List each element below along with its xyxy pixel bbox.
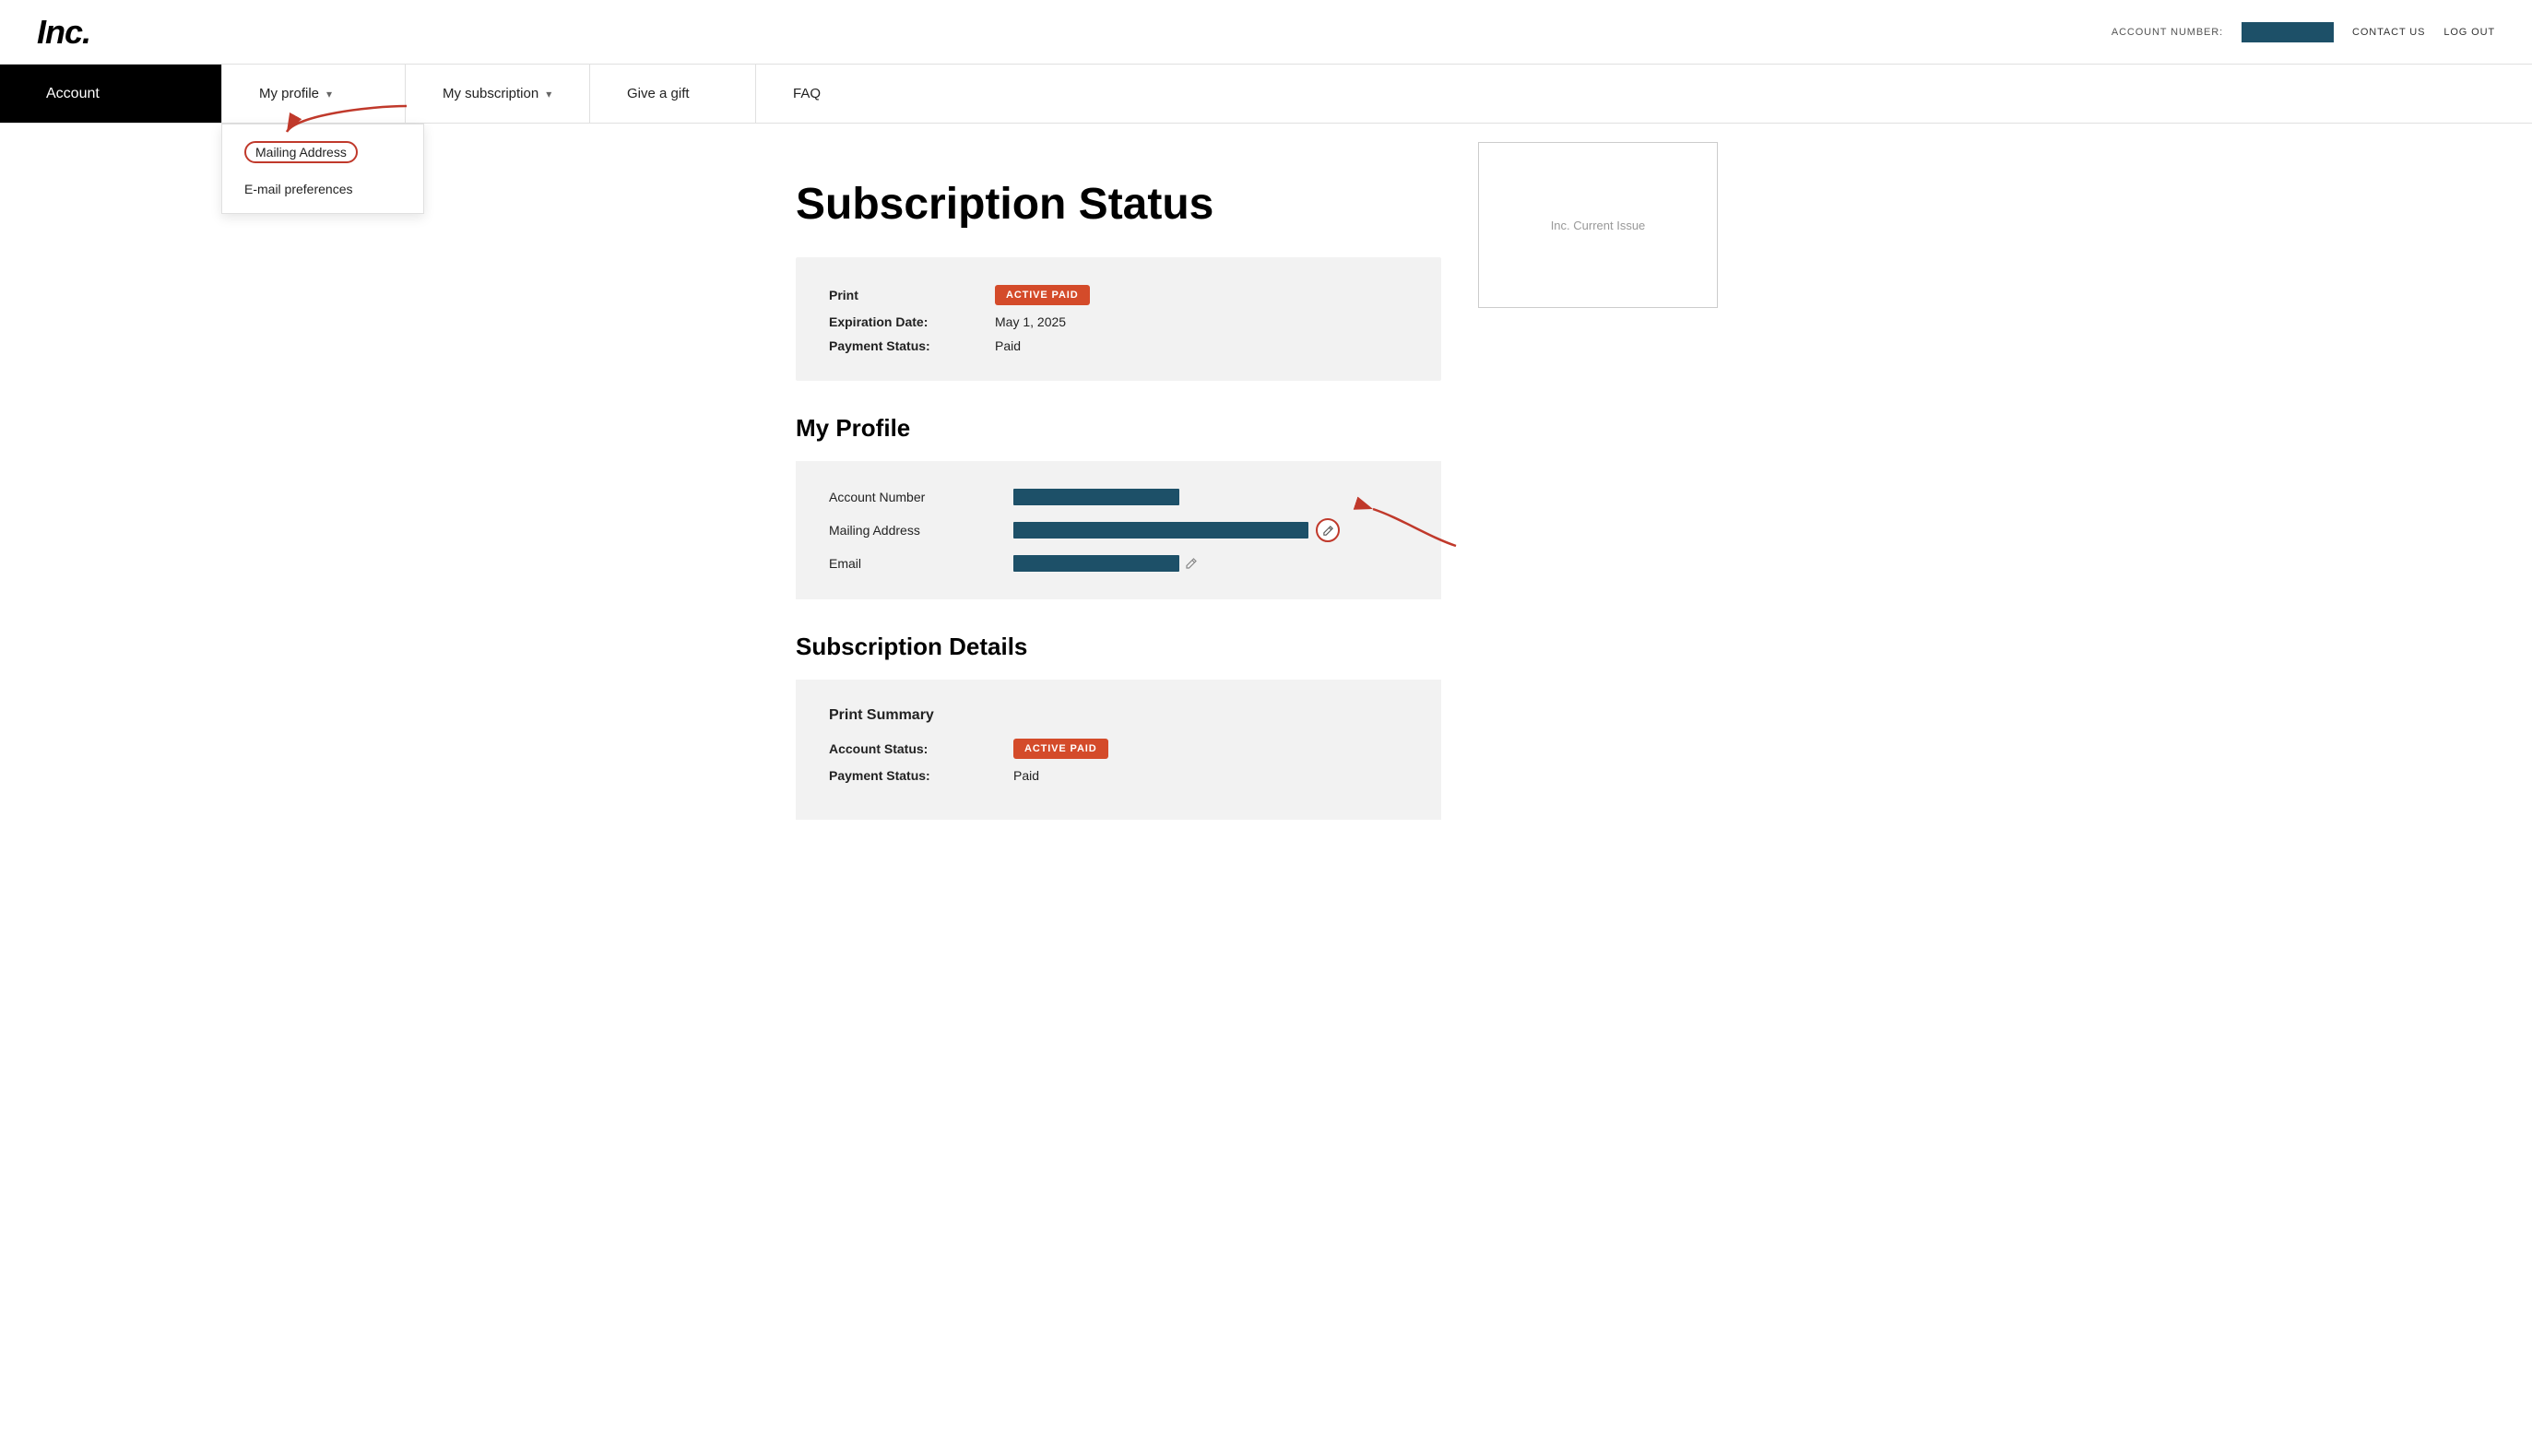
mailing-address-bar xyxy=(1013,522,1308,539)
image-label: Inc. Current Issue xyxy=(1551,219,1646,232)
current-issue-image: Inc. Current Issue xyxy=(1478,142,1718,308)
nav-account[interactable]: Account xyxy=(0,65,221,123)
expiration-label: Expiration Date: xyxy=(829,314,995,329)
profile-card: Account Number Mailing Address xyxy=(796,461,1441,599)
active-paid-badge: ACTIVE PAID xyxy=(995,285,1090,305)
expiration-value: May 1, 2025 xyxy=(995,314,1066,329)
account-number-label: ACCOUNT NUMBER: xyxy=(2112,27,2223,38)
account-number-row: Account Number xyxy=(829,489,1408,505)
contact-us-link[interactable]: CONTACT US xyxy=(2352,27,2425,38)
top-bar-right: ACCOUNT NUMBER: CONTACT US LOG OUT xyxy=(2112,22,2495,42)
edit-mailing-address-button[interactable] xyxy=(1316,518,1340,542)
details-payment-value: Paid xyxy=(1013,768,1039,783)
mailing-address-label: Mailing Address xyxy=(244,141,358,163)
account-number-value xyxy=(2242,22,2334,42)
mailing-address-field-label: Mailing Address xyxy=(829,523,1013,538)
print-row: Print ACTIVE PAID xyxy=(829,285,1408,305)
email-row: Email xyxy=(829,555,1408,572)
logo: Inc. xyxy=(37,13,90,52)
expiration-row: Expiration Date: May 1, 2025 xyxy=(829,314,1408,329)
nav-my-subscription[interactable]: My subscription ▾ xyxy=(406,65,590,123)
print-label: Print xyxy=(829,288,995,302)
payment-value: Paid xyxy=(995,338,1021,353)
pencil-small-icon xyxy=(1185,557,1198,570)
nav-give-gift[interactable]: Give a gift xyxy=(590,65,756,123)
details-payment-row: Payment Status: Paid xyxy=(829,768,1408,783)
mailing-address-row: Mailing Address xyxy=(829,518,1408,542)
dropdown-mailing-address[interactable]: Mailing Address xyxy=(222,132,423,172)
account-status-row: Account Status: ACTIVE PAID xyxy=(829,739,1408,759)
my-profile-dropdown: Mailing Address E-mail preferences xyxy=(221,124,424,214)
page-title: Subscription Status xyxy=(796,179,1441,230)
payment-label: Payment Status: xyxy=(829,338,995,353)
content-area: Subscription Status Print ACTIVE PAID Ex… xyxy=(796,142,1736,820)
chevron-down-icon-2: ▾ xyxy=(546,88,551,101)
email-preferences-label: E-mail preferences xyxy=(244,182,353,196)
print-summary-heading: Print Summary xyxy=(829,707,1408,724)
account-status-badge: ACTIVE PAID xyxy=(1013,739,1108,759)
subscription-details-heading: Subscription Details xyxy=(796,633,1441,661)
account-number-bar xyxy=(1013,489,1179,505)
sidebar: Inc. Current Issue xyxy=(1478,142,1736,308)
subscription-status-card: Print ACTIVE PAID Expiration Date: May 1… xyxy=(796,257,1441,381)
payment-row: Payment Status: Paid xyxy=(829,338,1408,353)
main-column: Subscription Status Print ACTIVE PAID Ex… xyxy=(796,142,1441,820)
account-number-field-label: Account Number xyxy=(829,490,1013,504)
pencil-icon xyxy=(1322,525,1334,537)
dropdown-email-preferences[interactable]: E-mail preferences xyxy=(222,172,423,206)
my-profile-heading: My Profile xyxy=(796,414,1441,443)
edit-email-button[interactable] xyxy=(1185,557,1198,570)
email-bar xyxy=(1013,555,1179,572)
nav-faq[interactable]: FAQ xyxy=(756,65,922,123)
nav-my-subscription-label: My subscription xyxy=(443,86,538,101)
nav-bar: Account My profile ▾ Mailing Address E-m… xyxy=(0,65,2532,124)
account-status-label: Account Status: xyxy=(829,741,1013,756)
top-bar: Inc. ACCOUNT NUMBER: CONTACT US LOG OUT xyxy=(0,0,2532,65)
details-payment-label: Payment Status: xyxy=(829,768,1013,783)
email-field-label: Email xyxy=(829,556,1013,571)
log-out-link[interactable]: LOG OUT xyxy=(2443,27,2495,38)
subscription-details-card: Print Summary Account Status: ACTIVE PAI… xyxy=(796,680,1441,820)
